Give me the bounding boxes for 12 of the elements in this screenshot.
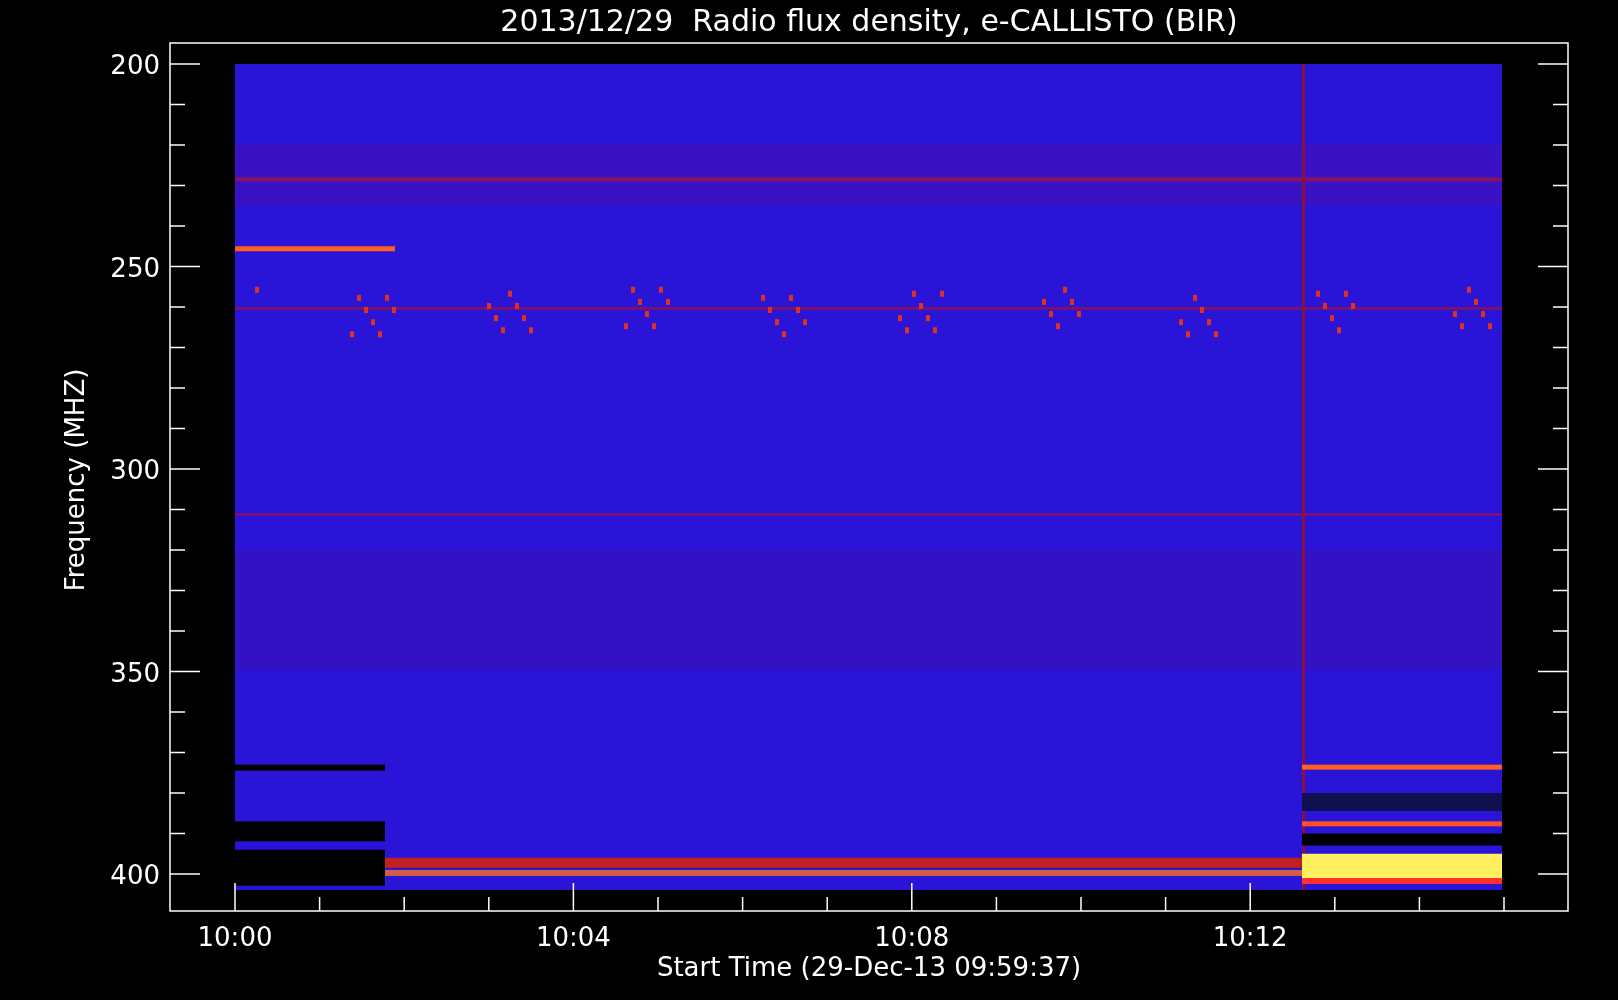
x-tick-label: 10:00 [197,922,273,952]
y-tick-label: 200 [110,50,160,80]
y-tick-label: 400 [110,860,160,890]
x-tick-label: 10:12 [1212,922,1288,952]
x-axis-label: Start Time (29-Dec-13 09:59:37) [656,952,1082,982]
y-tick-label: 250 [110,252,160,283]
y-axis-label: Frequency (MHZ) [60,368,90,592]
y-tick-label: 350 [110,657,160,688]
x-tick-label: 10:04 [535,922,611,952]
x-tick-label: 10:08 [874,922,950,952]
y-tick-label: 300 [110,455,160,485]
chart-title: 2013/12/29 Radio flux density, e-CALLISTO (BIR) [500,3,1238,38]
